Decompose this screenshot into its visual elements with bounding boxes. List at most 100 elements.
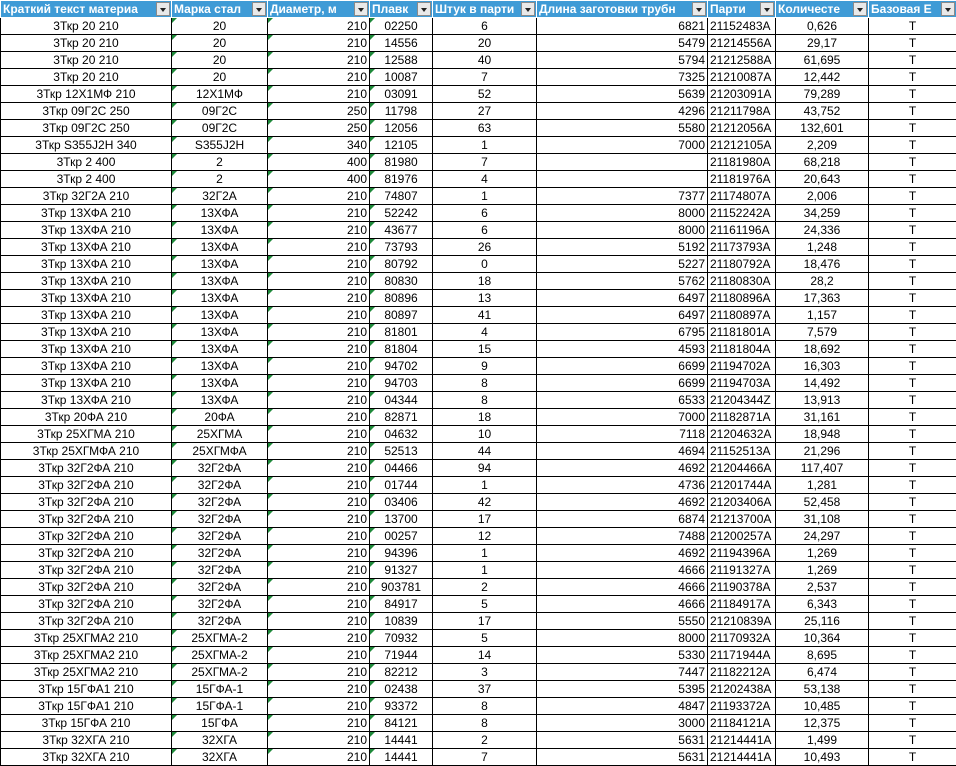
cell-material-text[interactable]: 3Ткр 09Г2С 250 [1, 103, 172, 120]
cell-diameter[interactable]: 210 [268, 545, 370, 562]
cell-heat-number[interactable]: 52513 [370, 443, 433, 460]
filter-dropdown-icon[interactable] [521, 2, 535, 16]
cell-heat-number[interactable]: 80792 [370, 256, 433, 273]
cell-quantity[interactable]: 18,692 [776, 341, 869, 358]
cell-material-text[interactable]: 3Ткр 2 400 [1, 171, 172, 188]
cell-diameter[interactable]: 210 [268, 477, 370, 494]
cell-batch[interactable]: 21184121А [708, 715, 776, 732]
cell-diameter[interactable]: 210 [268, 324, 370, 341]
cell-base-unit[interactable]: Т [869, 494, 956, 511]
cell-pieces-in-batch[interactable]: 10 [433, 426, 537, 443]
cell-quantity[interactable]: 16,303 [776, 358, 869, 375]
cell-batch[interactable]: 21190378А [708, 579, 776, 596]
cell-steel-grade[interactable]: 09Г2С [172, 103, 268, 120]
cell-heat-number[interactable]: 80830 [370, 273, 433, 290]
cell-batch[interactable]: 21173793А [708, 239, 776, 256]
cell-diameter[interactable]: 210 [268, 460, 370, 477]
cell-steel-grade[interactable]: 25ХГМФА [172, 443, 268, 460]
cell-steel-grade[interactable]: 2 [172, 171, 268, 188]
cell-heat-number[interactable]: 74807 [370, 188, 433, 205]
cell-heat-number[interactable]: 10839 [370, 613, 433, 630]
cell-base-unit[interactable]: Т [869, 732, 956, 749]
cell-batch[interactable]: 21213700А [708, 511, 776, 528]
cell-quantity[interactable]: 0,626 [776, 18, 869, 35]
cell-quantity[interactable]: 68,218 [776, 154, 869, 171]
cell-billet-length[interactable]: 8000 [537, 630, 708, 647]
cell-quantity[interactable]: 24,336 [776, 222, 869, 239]
cell-billet-length[interactable]: 5580 [537, 120, 708, 137]
filter-dropdown-icon[interactable] [252, 2, 266, 16]
cell-base-unit[interactable]: Т [869, 358, 956, 375]
cell-material-text[interactable]: 3Ткр 32Г2ФА 210 [1, 545, 172, 562]
cell-billet-length[interactable]: 4593 [537, 341, 708, 358]
cell-heat-number[interactable]: 12588 [370, 52, 433, 69]
cell-material-text[interactable]: 3Ткр 25ХГМА2 210 [1, 664, 172, 681]
cell-batch[interactable]: 21203091А [708, 86, 776, 103]
cell-material-text[interactable]: 3Ткр 32Г2ФА 210 [1, 511, 172, 528]
cell-batch[interactable]: 21191327А [708, 562, 776, 579]
cell-base-unit[interactable]: Т [869, 137, 956, 154]
cell-diameter[interactable]: 210 [268, 409, 370, 426]
cell-heat-number[interactable]: 91327 [370, 562, 433, 579]
cell-billet-length[interactable]: 4736 [537, 477, 708, 494]
cell-material-text[interactable]: 3Ткр 13ХФА 210 [1, 358, 172, 375]
cell-pieces-in-batch[interactable]: 52 [433, 86, 537, 103]
cell-diameter[interactable]: 210 [268, 596, 370, 613]
column-header-material-text[interactable]: Краткий текст материа [1, 1, 172, 18]
cell-base-unit[interactable]: Т [869, 426, 956, 443]
cell-base-unit[interactable]: Т [869, 86, 956, 103]
cell-base-unit[interactable]: Т [869, 188, 956, 205]
cell-base-unit[interactable]: Т [869, 664, 956, 681]
cell-pieces-in-batch[interactable]: 44 [433, 443, 537, 460]
cell-quantity[interactable]: 21,296 [776, 443, 869, 460]
cell-pieces-in-batch[interactable]: 5 [433, 630, 537, 647]
cell-pieces-in-batch[interactable]: 1 [433, 188, 537, 205]
cell-material-text[interactable]: 3Ткр 13ХФА 210 [1, 341, 172, 358]
cell-quantity[interactable]: 1,248 [776, 239, 869, 256]
cell-steel-grade[interactable]: 13ХФА [172, 273, 268, 290]
cell-material-text[interactable]: 3Ткр 13ХФА 210 [1, 290, 172, 307]
cell-material-text[interactable]: 3Ткр 20ФА 210 [1, 409, 172, 426]
cell-material-text[interactable]: 3Ткр 32Г2ФА 210 [1, 579, 172, 596]
cell-billet-length[interactable]: 6795 [537, 324, 708, 341]
cell-diameter[interactable]: 210 [268, 443, 370, 460]
cell-diameter[interactable]: 210 [268, 528, 370, 545]
cell-quantity[interactable]: 1,269 [776, 545, 869, 562]
cell-quantity[interactable]: 43,752 [776, 103, 869, 120]
cell-quantity[interactable]: 1,499 [776, 732, 869, 749]
cell-diameter[interactable]: 210 [268, 664, 370, 681]
cell-material-text[interactable]: 3Ткр 32ХГА 210 [1, 732, 172, 749]
cell-steel-grade[interactable]: 09Г2С [172, 120, 268, 137]
cell-quantity[interactable]: 34,259 [776, 205, 869, 222]
cell-base-unit[interactable]: Т [869, 749, 956, 766]
cell-steel-grade[interactable]: 32Г2ФА [172, 613, 268, 630]
cell-material-text[interactable]: 3Ткр 15ГФА1 210 [1, 681, 172, 698]
cell-base-unit[interactable]: Т [869, 698, 956, 715]
cell-material-text[interactable]: 3Ткр 25ХГМА2 210 [1, 647, 172, 664]
cell-steel-grade[interactable]: 13ХФА [172, 239, 268, 256]
cell-batch[interactable]: 21204344Z [708, 392, 776, 409]
cell-steel-grade[interactable]: 13ХФА [172, 256, 268, 273]
cell-heat-number[interactable]: 82212 [370, 664, 433, 681]
cell-batch[interactable]: 21200257А [708, 528, 776, 545]
cell-billet-length[interactable]: 7447 [537, 664, 708, 681]
cell-billet-length[interactable]: 4666 [537, 579, 708, 596]
cell-batch[interactable]: 21214441А [708, 732, 776, 749]
cell-diameter[interactable]: 210 [268, 341, 370, 358]
cell-batch[interactable]: 21210839А [708, 613, 776, 630]
filter-dropdown-icon[interactable] [760, 2, 774, 16]
cell-material-text[interactable]: 3Ткр 13ХФА 210 [1, 324, 172, 341]
cell-diameter[interactable]: 210 [268, 358, 370, 375]
column-header-diameter[interactable]: Диаметр, м [268, 1, 370, 18]
cell-base-unit[interactable]: Т [869, 511, 956, 528]
column-header-base-unit[interactable]: Базовая Е [869, 1, 956, 18]
cell-steel-grade[interactable]: 13ХФА [172, 392, 268, 409]
cell-pieces-in-batch[interactable]: 18 [433, 273, 537, 290]
cell-pieces-in-batch[interactable]: 1 [433, 477, 537, 494]
cell-material-text[interactable]: 3Ткр 13ХФА 210 [1, 392, 172, 409]
cell-material-text[interactable]: 3Ткр 20 210 [1, 52, 172, 69]
cell-quantity[interactable]: 7,579 [776, 324, 869, 341]
cell-quantity[interactable]: 10,493 [776, 749, 869, 766]
cell-pieces-in-batch[interactable]: 8 [433, 715, 537, 732]
cell-quantity[interactable]: 6,343 [776, 596, 869, 613]
